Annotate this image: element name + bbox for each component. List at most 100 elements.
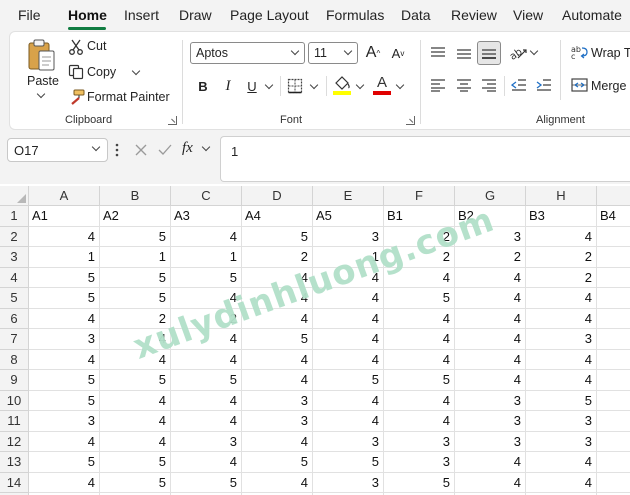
cell-c4[interactable]: 5: [171, 267, 242, 288]
clipboard-launcher-icon[interactable]: [168, 116, 177, 125]
cell-b10[interactable]: 4: [100, 390, 171, 411]
align-left-icon[interactable]: [428, 76, 448, 94]
cell-d5[interactable]: 4: [242, 288, 313, 309]
cell-h5[interactable]: 4: [526, 288, 597, 309]
font-size-dropdown[interactable]: 11: [308, 42, 358, 64]
borders-icon[interactable]: [286, 77, 304, 95]
cell-b3[interactable]: 1: [100, 247, 171, 268]
cell-f2[interactable]: 2: [384, 226, 455, 247]
cell-i14[interactable]: [597, 473, 630, 493]
insert-function-button[interactable]: fx: [182, 140, 193, 157]
align-center-icon[interactable]: [454, 76, 474, 94]
cell-c12[interactable]: 3: [171, 431, 242, 452]
cell-h6[interactable]: 4: [526, 308, 597, 329]
bold-button[interactable]: B: [192, 75, 214, 97]
cell-b11[interactable]: 4: [100, 411, 171, 432]
cell-e8[interactable]: 4: [313, 349, 384, 370]
cell-b6[interactable]: 2: [100, 308, 171, 329]
row-header-5[interactable]: 5: [0, 288, 29, 309]
cell-i13[interactable]: [597, 452, 630, 473]
orientation-icon[interactable]: ab: [507, 42, 529, 62]
wrap-text-icon[interactable]: ab c: [570, 43, 588, 61]
cell-a12[interactable]: 4: [29, 431, 100, 452]
cell-b5[interactable]: 5: [100, 288, 171, 309]
cell-a9[interactable]: 5: [29, 370, 100, 391]
cell-g5[interactable]: 4: [455, 288, 526, 309]
row-header-3[interactable]: 3: [0, 247, 29, 268]
copy-button[interactable]: Copy: [87, 65, 116, 79]
cell-h7[interactable]: 3: [526, 329, 597, 350]
cell-d3[interactable]: 2: [242, 247, 313, 268]
decrease-indent-icon[interactable]: [509, 76, 529, 94]
column-header-c[interactable]: C: [171, 186, 242, 206]
font-name-dropdown[interactable]: Aptos: [190, 42, 305, 64]
cell-d6[interactable]: 4: [242, 308, 313, 329]
cell-g2[interactable]: 3: [455, 226, 526, 247]
cell-c6[interactable]: 2: [171, 308, 242, 329]
menu-file[interactable]: File: [18, 7, 41, 23]
cell-e3[interactable]: 1: [313, 247, 384, 268]
row-header-4[interactable]: 4: [0, 267, 29, 288]
menu-page-layout[interactable]: Page Layout: [230, 7, 309, 23]
column-header-d[interactable]: D: [242, 186, 313, 206]
confirm-entry-icon[interactable]: [156, 141, 174, 159]
increase-indent-icon[interactable]: [534, 76, 554, 94]
cell-i7[interactable]: [597, 329, 630, 350]
wrap-text-button[interactable]: Wrap Te: [591, 46, 630, 60]
font-launcher-icon[interactable]: [406, 116, 415, 125]
cell-i12[interactable]: [597, 432, 630, 452]
cell-h13[interactable]: 4: [526, 452, 597, 473]
cell-c1[interactable]: A3: [171, 206, 242, 227]
grow-font-icon[interactable]: A ^: [362, 42, 384, 64]
orientation-dropdown-icon[interactable]: [529, 46, 539, 56]
cell-b14[interactable]: 5: [100, 472, 171, 493]
menu-draw[interactable]: Draw: [179, 7, 212, 23]
row-header-13[interactable]: 13: [0, 452, 29, 473]
column-header-f[interactable]: F: [384, 186, 455, 206]
menu-review[interactable]: Review: [451, 7, 497, 23]
cell-g14[interactable]: 4: [455, 472, 526, 493]
cell-d2[interactable]: 5: [242, 226, 313, 247]
cell-i3[interactable]: [597, 247, 630, 268]
italic-button[interactable]: I: [217, 75, 239, 97]
cell-g7[interactable]: 4: [455, 329, 526, 350]
cell-h12[interactable]: 3: [526, 431, 597, 452]
cell-f4[interactable]: 4: [384, 267, 455, 288]
cell-g9[interactable]: 4: [455, 370, 526, 391]
column-header-e[interactable]: E: [313, 186, 384, 206]
cell-f7[interactable]: 4: [384, 329, 455, 350]
insert-function-chevron-icon[interactable]: [201, 142, 211, 152]
cell-c11[interactable]: 4: [171, 411, 242, 432]
cell-a5[interactable]: 5: [29, 288, 100, 309]
cell-a4[interactable]: 5: [29, 267, 100, 288]
column-header-h[interactable]: H: [526, 186, 597, 206]
row-header-12[interactable]: 12: [0, 431, 29, 452]
row-header-8[interactable]: 8: [0, 349, 29, 370]
column-header-a[interactable]: A: [29, 186, 100, 206]
cell-e1[interactable]: A5: [313, 206, 384, 227]
copy-icon[interactable]: [67, 63, 85, 81]
cell-i5[interactable]: [597, 288, 630, 309]
menu-view[interactable]: View: [513, 7, 543, 23]
format-painter-icon[interactable]: [67, 88, 85, 106]
cell-a14[interactable]: 4: [29, 472, 100, 493]
cell-b9[interactable]: 5: [100, 370, 171, 391]
cell-a3[interactable]: 1: [29, 247, 100, 268]
name-box-chevron-icon[interactable]: [91, 142, 101, 152]
cell-e14[interactable]: 3: [313, 472, 384, 493]
cell-h10[interactable]: 5: [526, 390, 597, 411]
cell-i4[interactable]: [597, 268, 630, 288]
cell-a10[interactable]: 5: [29, 390, 100, 411]
merge-center-button[interactable]: Merge &: [591, 79, 630, 93]
cell-g8[interactable]: 4: [455, 349, 526, 370]
align-top-icon[interactable]: [428, 44, 448, 62]
merge-center-icon[interactable]: [570, 76, 588, 94]
cell-h8[interactable]: 4: [526, 349, 597, 370]
cell-c7[interactable]: 4: [171, 329, 242, 350]
row-header-14[interactable]: 14: [0, 472, 29, 493]
cell-f6[interactable]: 4: [384, 308, 455, 329]
cell-i11[interactable]: [597, 411, 630, 432]
formula-input[interactable]: 1: [220, 136, 630, 182]
cell-h3[interactable]: 2: [526, 247, 597, 268]
menu-insert[interactable]: Insert: [124, 7, 159, 23]
